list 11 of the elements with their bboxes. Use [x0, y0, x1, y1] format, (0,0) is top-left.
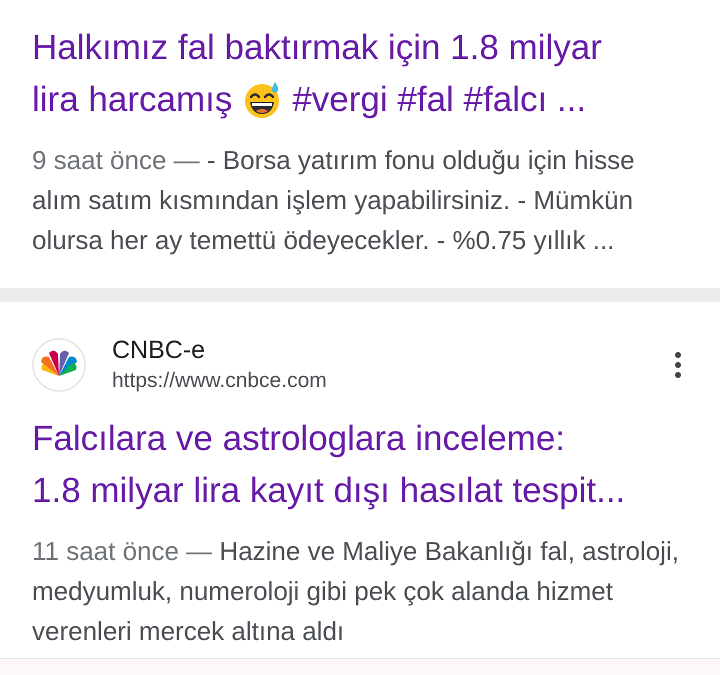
source-name: CNBC-e — [112, 336, 206, 365]
result-title[interactable]: lira harcamış — [32, 74, 232, 126]
source-url[interactable]: https://www.cnbce.com — [112, 369, 648, 393]
more-menu-icon[interactable] — [674, 350, 682, 378]
peacock-logo-icon — [32, 338, 86, 392]
result-snippet: 11 saat önce — Hazine ve Maliye Bakanlığı fal, astroloji, medyumluk, numeroloji gibi pek çok alanda hizmet verenleri mercek altına aldı — [32, 535, 680, 648]
result-snippet: 9 saat önce — - Borsa yatırım fonu olduğu için hisse alım satım kısmından işlem yapabilirsiniz. - Mümkün olursa her ay temettü ödeyecekler. - %0.75 yıllık ... — [32, 144, 636, 257]
result-title[interactable]: Halkımız fal baktırmak için 1.8 milyar — [32, 22, 602, 74]
result-title[interactable]: #vergi #fal #falcı ... — [292, 74, 586, 126]
result-title[interactable]: Falcılara ve astrologlara inceleme: — [32, 413, 566, 465]
result-title[interactable]: 1.8 milyar lira kayıt dışı hasılat tespit... — [32, 465, 626, 517]
